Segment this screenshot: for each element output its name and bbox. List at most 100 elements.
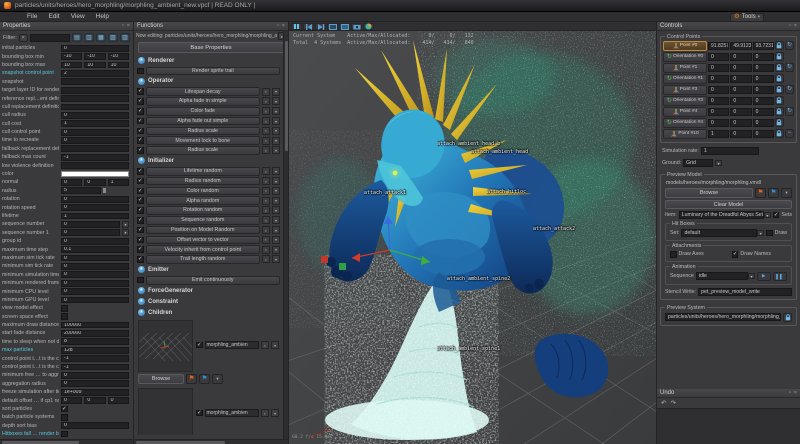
vector-component-input[interactable]: -10 xyxy=(84,53,106,60)
function-item-checkbox[interactable]: ✓ xyxy=(137,108,144,115)
function-item-checkbox[interactable]: ✓ xyxy=(137,127,144,135)
vector-component-input[interactable]: 0 xyxy=(61,179,83,186)
function-item-checkbox[interactable] xyxy=(137,67,144,75)
function-item-checkbox[interactable]: ✓ xyxy=(137,246,144,253)
float-panel-icon[interactable]: ▫ xyxy=(277,23,279,29)
draw-names-checkbox[interactable]: ✓ xyxy=(731,251,739,258)
coordinate-input[interactable]: 0 xyxy=(752,118,774,127)
item-menu-button[interactable]: ▾ xyxy=(272,216,280,225)
close-panel-icon[interactable]: × xyxy=(794,390,797,396)
coordinate-input[interactable]: 0 xyxy=(730,118,752,127)
function-item-checkbox[interactable]: ✓ xyxy=(137,137,144,144)
property-value-input[interactable]: 128 xyxy=(61,346,129,354)
pause-button[interactable] xyxy=(291,23,302,30)
property-value-input[interactable]: 0 xyxy=(61,111,129,119)
lock-icon-button[interactable] xyxy=(774,41,784,51)
color-swatch[interactable] xyxy=(61,170,129,178)
property-value-input[interactable]: -1 xyxy=(61,355,129,363)
property-value-input[interactable]: 8 xyxy=(61,338,129,346)
menu-file[interactable]: File xyxy=(27,13,37,20)
vector-component-input[interactable]: 10 xyxy=(61,61,83,69)
coordinate-input[interactable]: 0 xyxy=(752,107,774,116)
control-point-button[interactable]: ↻ Orientation #4 xyxy=(663,118,707,128)
function-item-checkbox[interactable] xyxy=(137,276,144,284)
item-options-button[interactable]: ▪ xyxy=(262,146,270,155)
control-point-button[interactable]: Point #1 xyxy=(663,63,707,73)
lock-icon-button[interactable] xyxy=(774,85,784,95)
viewport-canvas[interactable] xyxy=(289,22,657,444)
functions-vscrollbar[interactable] xyxy=(283,31,288,439)
menu-view[interactable]: View xyxy=(71,13,85,20)
item-select[interactable]: Luminary of the Dreadful Abyss Set xyxy=(678,211,764,219)
property-checkbox[interactable] xyxy=(61,414,68,421)
child-dropdown-button[interactable]: ▾ xyxy=(212,374,223,385)
refresh-icon-button[interactable]: ↻ xyxy=(784,107,794,117)
control-point-button[interactable]: Point #3 xyxy=(663,85,707,95)
coordinate-input[interactable]: 0 xyxy=(730,107,752,116)
control-point-button[interactable]: Point #4 xyxy=(663,107,707,117)
monitor-icon-button[interactable] xyxy=(327,23,338,30)
coordinate-input[interactable]: 0 xyxy=(708,118,730,127)
property-value-input[interactable]: 0.1 xyxy=(61,246,129,253)
lock-icon-button[interactable] xyxy=(774,118,784,128)
camera-icon-button[interactable] xyxy=(351,23,362,30)
function-item-checkbox[interactable]: ✓ xyxy=(137,217,144,224)
browse-model-button[interactable]: Browse xyxy=(665,188,753,198)
property-value-input[interactable]: 5 xyxy=(61,187,101,195)
draw-hitboxes-checkbox[interactable] xyxy=(766,229,773,237)
lock-icon-button[interactable] xyxy=(774,129,784,139)
item-options-button[interactable]: ▪ xyxy=(262,167,270,176)
function-item-button[interactable]: Alpha fade in simple xyxy=(145,97,260,106)
lock-icon-button[interactable] xyxy=(774,52,784,62)
property-value-input[interactable]: 0 xyxy=(61,204,129,212)
item-options-button[interactable]: ▪ xyxy=(262,196,270,205)
property-value-input[interactable]: 0 xyxy=(61,288,129,295)
preview-system-path-input[interactable]: particles/units/heroes/hero_morphling/mo… xyxy=(665,313,781,321)
flag-blue-button[interactable]: ⚑ xyxy=(199,374,210,385)
vector-component-input[interactable]: 0 xyxy=(84,179,106,186)
property-value-input[interactable]: 1 xyxy=(61,120,129,128)
coordinate-input[interactable]: 91.8257 xyxy=(708,41,730,50)
lock-icon-button[interactable] xyxy=(774,107,784,117)
function-item-button[interactable]: Position on Model Random xyxy=(145,225,260,235)
function-item-checkbox[interactable]: ✓ xyxy=(137,187,144,195)
property-value-input[interactable]: 200000 xyxy=(61,330,129,337)
item-options-button[interactable]: ▪ xyxy=(262,245,270,254)
step-forward-button[interactable] xyxy=(315,23,326,30)
item-menu-button[interactable]: ▾ xyxy=(272,226,280,235)
function-item-checkbox[interactable]: ✓ xyxy=(137,88,144,95)
item-menu-button[interactable]: ▾ xyxy=(272,146,280,155)
item-options-button[interactable]: ▪ xyxy=(262,107,270,116)
property-value-input[interactable]: 0 xyxy=(61,137,129,144)
function-item-button[interactable]: Color fade xyxy=(145,106,260,116)
section-header-initializer[interactable]: * Initializer xyxy=(134,155,283,166)
stencil-write-input[interactable]: pet_preview_model_write xyxy=(698,287,792,296)
function-item-button[interactable]: Trail length random xyxy=(145,255,260,264)
play-button[interactable]: ▶ xyxy=(757,271,771,281)
property-value-input[interactable] xyxy=(61,86,129,94)
coordinate-input[interactable]: 0 xyxy=(752,63,774,72)
property-value-input[interactable]: 0 xyxy=(61,237,129,245)
property-checkbox[interactable] xyxy=(61,313,68,320)
item-menu-button[interactable]: ▾ xyxy=(272,167,280,176)
item-options-button[interactable]: ▪ xyxy=(262,97,270,106)
item-options-button[interactable]: ▪ xyxy=(262,117,270,126)
property-value-input[interactable]: 100000 xyxy=(61,321,129,329)
function-item-checkbox[interactable]: ✓ xyxy=(137,98,144,105)
property-value-input[interactable]: 0 xyxy=(61,271,129,279)
property-value-input[interactable]: 0 xyxy=(61,195,129,203)
property-value-input[interactable] xyxy=(61,95,129,102)
section-header-constraint[interactable]: * Constraint xyxy=(134,296,283,307)
coordinate-input[interactable]: 49.9123 xyxy=(730,41,752,50)
control-point-button[interactable]: Point #0 xyxy=(663,41,707,51)
control-point-button[interactable]: Point #10 xyxy=(663,129,707,139)
vector-component-input[interactable]: -10 xyxy=(107,53,129,60)
item-menu-button[interactable]: ▾ xyxy=(272,177,280,186)
base-properties-button[interactable]: Base Properties xyxy=(138,42,284,53)
coordinate-input[interactable]: 0 xyxy=(708,63,730,72)
sort-button[interactable]: ▧ xyxy=(108,33,118,42)
item-options-button[interactable]: ▪ xyxy=(262,255,270,264)
chevron-down-icon[interactable]: ▾ xyxy=(757,229,765,237)
refresh-icon-button[interactable]: ↻ xyxy=(784,85,794,95)
function-item-button[interactable]: Sequence random xyxy=(145,215,260,225)
